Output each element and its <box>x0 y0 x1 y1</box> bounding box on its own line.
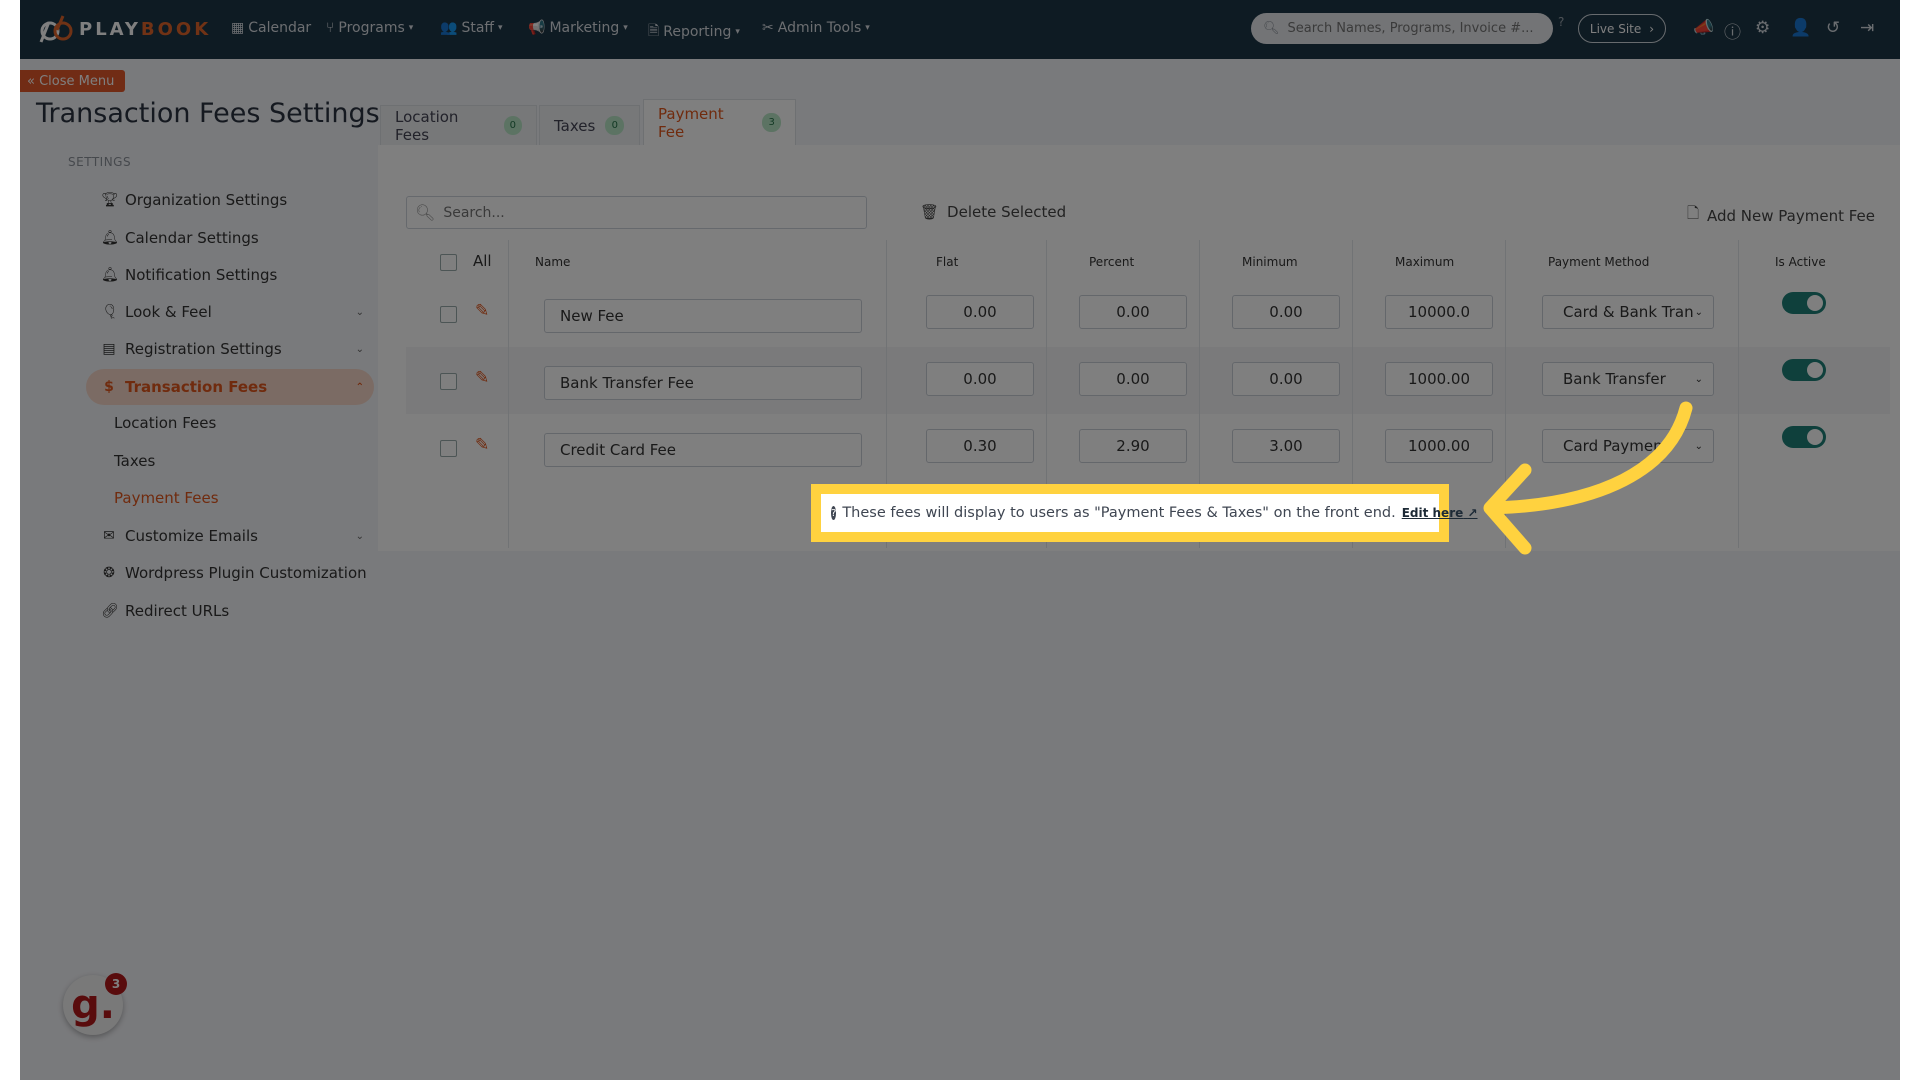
annotation-arrow <box>1483 401 1693 555</box>
app: PLAY BOOK ▦ Calendar ⑂ Programs ▾ 👥 Staff ▾ 📢 M… <box>20 0 1900 1080</box>
